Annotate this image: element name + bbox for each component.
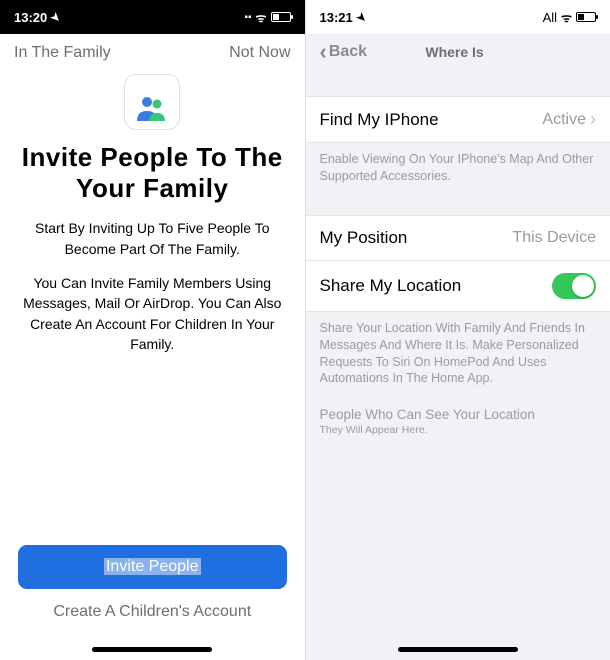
sheet-header: In The Family Not Now [0,34,305,68]
create-child-account-button[interactable]: Create A Children's Account [18,589,287,629]
back-button[interactable]: ‹ Back [320,43,368,61]
intro-paragraph-2: You Can Invite Family Members Using Mess… [0,259,305,354]
share-location-toggle[interactable] [552,273,596,299]
battery-icon [576,12,596,22]
find-my-iphone-row[interactable]: Find My IPhone Active › [306,96,610,143]
people-section-header: People Who Can See Your Location [306,397,610,424]
wifi-icon: ᯤ [256,9,267,26]
status-bar: 13:21 ➤ All ᯤ [306,0,610,34]
home-indicator[interactable] [398,647,518,652]
row-label: Find My IPhone [320,110,439,130]
nav-bar: ‹ Back Where Is [306,34,610,70]
location-arrow-icon: ➤ [48,9,64,25]
location-arrow-icon: ➤ [354,9,370,25]
find-my-settings-screen: 13:21 ➤ All ᯤ ‹ Back Where Is Find My IP… [306,0,610,660]
status-right-text: All [543,10,557,25]
status-indicators: ▪▪ ᯤ [244,9,290,26]
people-section-sub: They Will Appear Here. [306,424,610,446]
family-invite-screen: 13:20 ➤ ▪▪ ᯤ In The Family Not Now Invit… [0,0,306,660]
not-now-button[interactable]: Not Now [229,44,290,62]
row-label: My Position [320,228,408,248]
breadcrumb: In The Family [14,44,111,62]
wifi-icon: ᯤ [561,9,572,26]
status-indicators: All ᯤ [543,9,596,26]
cellular-icon: ▪▪ [244,12,251,23]
nav-title: Where Is [367,44,542,60]
home-indicator[interactable] [92,647,212,652]
status-time: 13:21 [320,10,353,25]
row-label: Share My Location [320,276,462,296]
battery-icon [271,12,291,22]
share-location-footer: Share Your Location With Family And Frie… [306,312,610,398]
page-title: Invite People To The Your Family [0,134,305,204]
invite-people-button[interactable]: Invite People [18,545,287,589]
my-position-row[interactable]: My Position This Device [306,215,610,261]
status-time: 13:20 [14,10,47,25]
family-icon [124,74,180,130]
row-value: This Device [512,229,596,247]
share-my-location-row: Share My Location [306,261,610,312]
intro-paragraph-1: Start By Inviting Up To Five People To B… [0,204,305,259]
find-my-iphone-footer: Enable Viewing On Your IPhone's Map And … [306,143,610,195]
row-value: Active [542,111,586,129]
status-bar: 13:20 ➤ ▪▪ ᯤ [0,0,305,34]
chevron-right-icon: › [590,109,596,130]
